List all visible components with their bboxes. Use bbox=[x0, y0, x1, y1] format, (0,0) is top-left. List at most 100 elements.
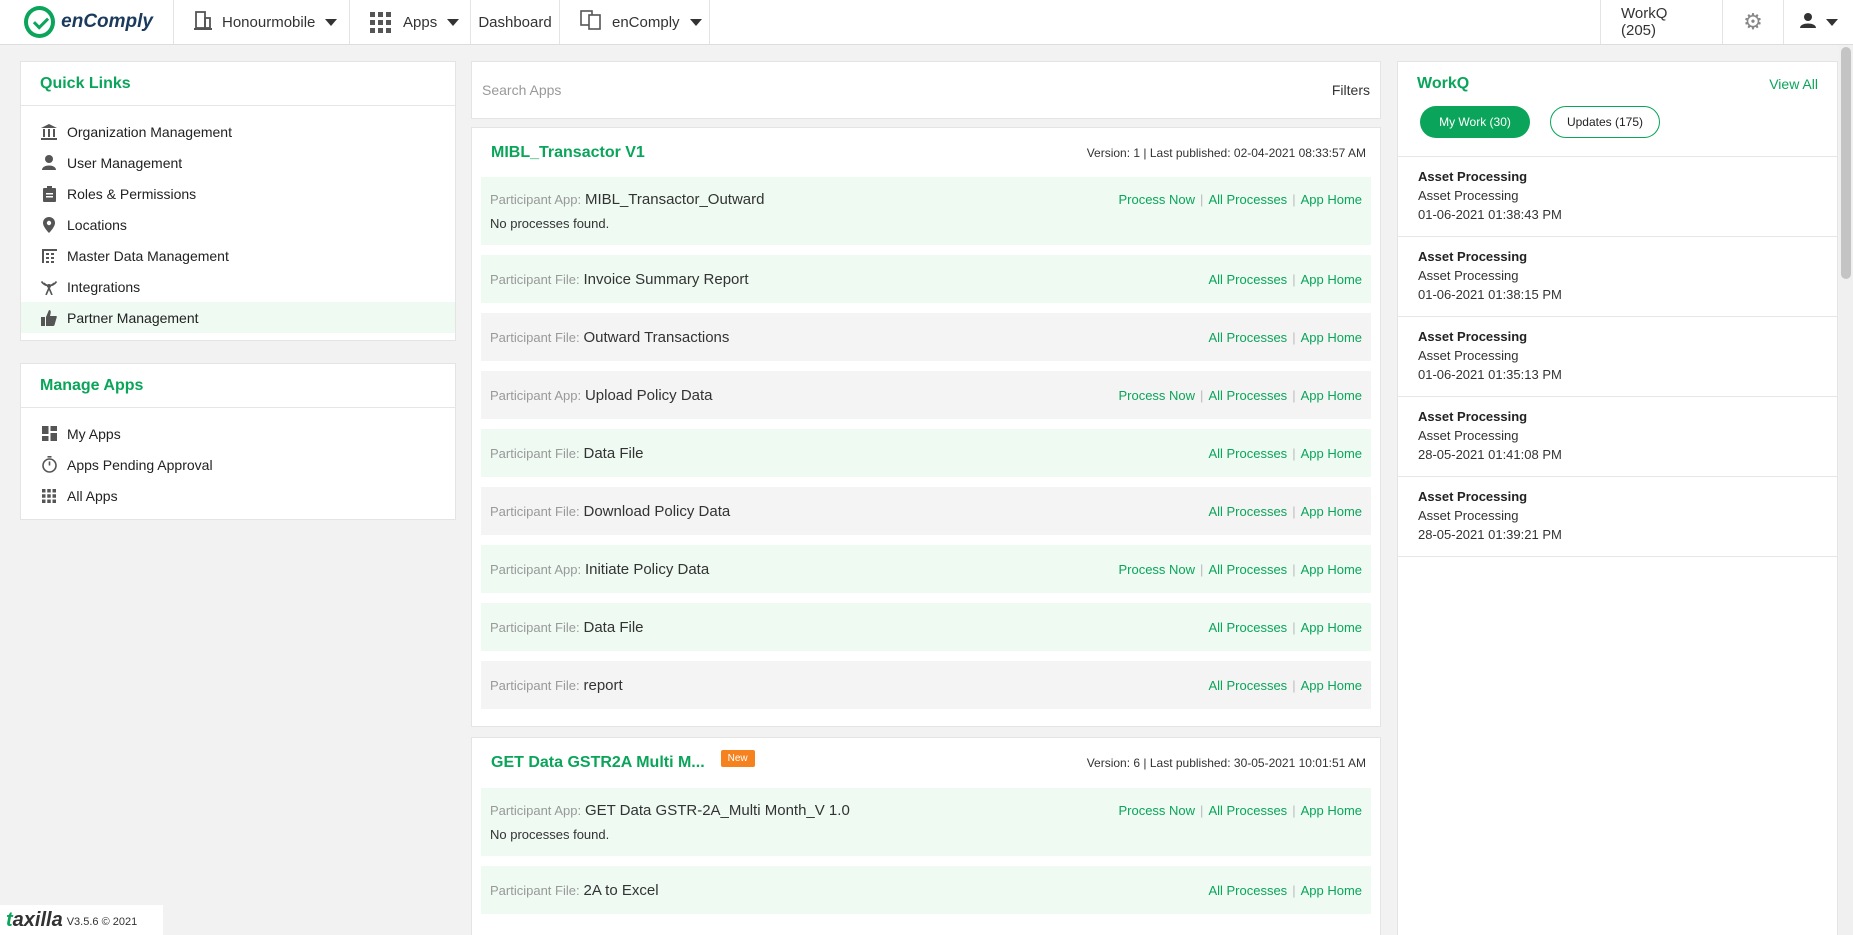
workq-item-timestamp: 01-06-2021 01:38:43 PM bbox=[1418, 207, 1562, 222]
chevron-down-icon bbox=[325, 18, 338, 26]
all-processes-link[interactable]: All Processes bbox=[1208, 803, 1287, 818]
dashboard-tiles-icon bbox=[40, 426, 58, 441]
workq-item-timestamp: 01-06-2021 01:38:15 PM bbox=[1418, 287, 1562, 302]
workq-item[interactable]: Asset Processing Asset Processing 01-06-… bbox=[1398, 317, 1837, 397]
app-version-meta: Version: 6 | Last published: 30-05-2021 … bbox=[1086, 756, 1366, 770]
workq-item[interactable]: Asset Processing Asset Processing 28-05-… bbox=[1398, 477, 1837, 557]
participant-type-label: Participant File: bbox=[490, 329, 580, 345]
apps-label: Apps bbox=[403, 13, 438, 31]
chevron-down-icon bbox=[447, 18, 460, 26]
app-home-link[interactable]: App Home bbox=[1301, 620, 1362, 635]
footer-version-badge: taxilla V3.5.6 © 2021 bbox=[0, 905, 163, 935]
all-processes-link[interactable]: All Processes bbox=[1208, 388, 1287, 403]
quick-link-partner-management[interactable]: Partner Management bbox=[21, 302, 455, 333]
app-home-link[interactable]: App Home bbox=[1301, 883, 1362, 898]
participant-row: Participant File: report All Processes | … bbox=[481, 661, 1371, 709]
workq-item-subtitle: Asset Processing bbox=[1418, 348, 1519, 363]
all-processes-link[interactable]: All Processes bbox=[1208, 504, 1287, 519]
link-separator: | bbox=[1292, 561, 1296, 577]
app-home-link[interactable]: App Home bbox=[1301, 504, 1362, 519]
participant-type-label: Participant File: bbox=[490, 503, 580, 519]
workq-item[interactable]: Asset Processing Asset Processing 01-06-… bbox=[1398, 157, 1837, 237]
link-separator: | bbox=[1292, 882, 1296, 898]
participant-row: Participant File: Data File All Processe… bbox=[481, 429, 1371, 477]
participant-row: Participant App: GET Data GSTR-2A_Multi … bbox=[481, 788, 1371, 856]
institution-icon bbox=[40, 123, 58, 140]
manage-apps-label: Apps Pending Approval bbox=[67, 456, 213, 473]
app-home-link[interactable]: App Home bbox=[1301, 388, 1362, 403]
all-processes-link[interactable]: All Processes bbox=[1208, 272, 1287, 287]
workq-item-timestamp: 28-05-2021 01:39:21 PM bbox=[1418, 527, 1562, 542]
search-apps-bar: Filters bbox=[471, 61, 1381, 119]
participant-name: Download Policy Data bbox=[583, 502, 731, 520]
all-processes-link[interactable]: All Processes bbox=[1208, 562, 1287, 577]
encomply-logo-icon bbox=[24, 6, 56, 38]
link-separator: | bbox=[1292, 445, 1296, 461]
clipboard-icon bbox=[40, 185, 58, 202]
tab-updates[interactable]: Updates (175) bbox=[1550, 106, 1660, 138]
process-now-link[interactable]: Process Now bbox=[1118, 388, 1195, 403]
logo-text: enComply bbox=[61, 11, 153, 32]
app-home-link[interactable]: App Home bbox=[1301, 446, 1362, 461]
product-switcher-dropdown[interactable]: enComply bbox=[560, 0, 710, 44]
participant-name: Outward Transactions bbox=[583, 328, 730, 346]
all-processes-link[interactable]: All Processes bbox=[1208, 192, 1287, 207]
search-apps-input[interactable] bbox=[482, 82, 1332, 98]
app-home-link[interactable]: App Home bbox=[1301, 192, 1362, 207]
workq-item-subtitle: Asset Processing bbox=[1418, 508, 1519, 523]
app-home-link[interactable]: App Home bbox=[1301, 678, 1362, 693]
chevron-down-icon bbox=[1825, 18, 1838, 26]
workq-item-title: Asset Processing bbox=[1418, 409, 1528, 424]
manage-apps-all-apps[interactable]: All Apps bbox=[21, 480, 455, 511]
manage-apps-title: Manage Apps bbox=[21, 364, 455, 408]
organization-dropdown[interactable]: Honourmobile bbox=[174, 0, 350, 44]
quick-link-integrations[interactable]: Integrations bbox=[21, 271, 455, 302]
settings-button[interactable]: ⚙ bbox=[1723, 0, 1784, 44]
quick-link-master-data-management[interactable]: Master Data Management bbox=[21, 240, 455, 271]
process-now-link[interactable]: Process Now bbox=[1118, 562, 1195, 577]
app-home-link[interactable]: App Home bbox=[1301, 330, 1362, 345]
manage-apps-pending-approval[interactable]: Apps Pending Approval bbox=[21, 449, 455, 480]
participant-type-label: Participant File: bbox=[490, 882, 580, 898]
gear-icon: ⚙ bbox=[1743, 9, 1763, 34]
view-all-link[interactable]: View All bbox=[1769, 76, 1818, 92]
all-processes-link[interactable]: All Processes bbox=[1208, 330, 1287, 345]
quick-link-user-management[interactable]: User Management bbox=[21, 147, 455, 178]
app-home-link[interactable]: App Home bbox=[1301, 272, 1362, 287]
process-now-link[interactable]: Process Now bbox=[1118, 803, 1195, 818]
app-home-link[interactable]: App Home bbox=[1301, 803, 1362, 818]
participant-type-label: Participant App: bbox=[490, 192, 582, 207]
scrollbar-thumb[interactable] bbox=[1841, 47, 1851, 279]
all-processes-link[interactable]: All Processes bbox=[1208, 883, 1287, 898]
quick-link-roles-permissions[interactable]: Roles & Permissions bbox=[21, 178, 455, 209]
page-scrollbar[interactable] bbox=[1839, 45, 1853, 935]
apps-dropdown[interactable]: Apps bbox=[350, 0, 471, 44]
workq-link[interactable]: WorkQ (205) bbox=[1600, 0, 1723, 44]
all-processes-link[interactable]: All Processes bbox=[1208, 446, 1287, 461]
workq-item[interactable]: Asset Processing Asset Processing 28-05-… bbox=[1398, 397, 1837, 477]
user-menu-dropdown[interactable] bbox=[1784, 0, 1853, 44]
manage-apps-my-apps[interactable]: My Apps bbox=[21, 418, 455, 449]
quick-link-organization-management[interactable]: Organization Management bbox=[21, 116, 455, 147]
table-icon bbox=[40, 248, 58, 263]
participant-name: MIBL_Transactor_Outward bbox=[584, 191, 765, 208]
taxilla-logo: taxilla bbox=[6, 909, 63, 932]
encomply-logo[interactable]: enComply bbox=[0, 0, 174, 44]
taxilla-logo-t: t bbox=[6, 908, 13, 931]
app-name-link[interactable]: GET Data GSTR2A Multi M... bbox=[491, 754, 705, 772]
link-separator: | bbox=[1200, 387, 1204, 403]
participant-row: Participant File: Download Policy Data A… bbox=[481, 487, 1371, 535]
all-processes-link[interactable]: All Processes bbox=[1208, 620, 1287, 635]
all-processes-link[interactable]: All Processes bbox=[1208, 678, 1287, 693]
quick-link-label: Locations bbox=[67, 216, 127, 233]
app-home-link[interactable]: App Home bbox=[1301, 562, 1362, 577]
filters-button[interactable]: Filters bbox=[1332, 82, 1370, 98]
process-now-link[interactable]: Process Now bbox=[1118, 192, 1195, 207]
quick-link-locations[interactable]: Locations bbox=[21, 209, 455, 240]
quick-links-panel: Quick Links Organization Management User… bbox=[20, 61, 456, 341]
workq-item[interactable]: Asset Processing Asset Processing 01-06-… bbox=[1398, 237, 1837, 317]
workq-item-timestamp: 28-05-2021 01:41:08 PM bbox=[1418, 447, 1562, 462]
tab-my-work[interactable]: My Work (30) bbox=[1420, 106, 1530, 138]
dashboard-link[interactable]: Dashboard bbox=[471, 0, 560, 44]
app-name-link[interactable]: MIBL_Transactor V1 bbox=[491, 144, 645, 162]
